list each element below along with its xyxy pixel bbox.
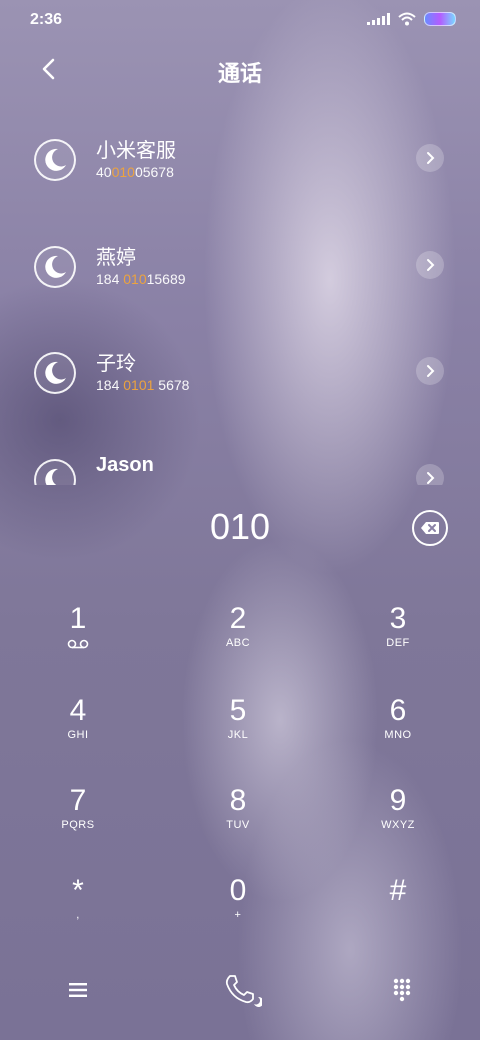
signal-icon [367,13,390,25]
status-icons [367,12,456,26]
moon-icon [45,148,66,171]
moon-icon [45,468,66,485]
contact-row[interactable]: 子玲 184 0101 5678 [0,323,480,423]
avatar [34,139,76,181]
contact-name: 小米客服 [96,138,176,162]
key-8[interactable]: 8 TUV [178,784,298,864]
menu-icon[interactable] [58,970,98,1010]
contact-name: 燕婷 [96,245,136,269]
status-time: 2:36 [30,11,63,28]
dialed-number[interactable]: 010 [0,506,480,548]
contact-number: 184 01015689 [96,271,186,287]
key-7[interactable]: 7 PQRS [18,784,138,864]
moon-icon [45,361,66,384]
contact-row[interactable]: 小米客服 4001005678 [0,110,480,210]
key-2[interactable]: 2 ABC [178,602,298,682]
page-title: 通话 [217,62,262,87]
voicemail-icon [67,639,89,649]
key-0[interactable]: 0 + [178,874,298,954]
moon-icon [45,255,66,278]
key-9[interactable]: 9 WXYZ [338,784,458,864]
key-6[interactable]: 6 MNO [338,694,458,774]
chevron-right-icon[interactable] [416,144,444,172]
wifi-icon [398,12,416,26]
contact-name: 子玲 [96,351,136,375]
avatar [34,352,76,394]
chevron-right-icon[interactable] [416,464,444,485]
key-1[interactable]: 1 [18,602,138,682]
contact-row[interactable]: Jason [0,430,480,485]
key-4[interactable]: 4 GHI [18,694,138,774]
contact-number: 4001005678 [96,164,174,180]
avatar [34,459,76,485]
status-bar: 2:36 [0,0,480,40]
battery-icon [424,12,456,26]
contact-name: Jason [96,454,154,476]
key-3[interactable]: 3 DEF [338,602,458,682]
chevron-right-icon[interactable] [416,357,444,385]
phone-icon[interactable] [222,970,262,1010]
bottom-bar [0,960,480,1020]
dialpad-icon[interactable] [382,970,422,1010]
chevron-right-icon[interactable] [416,251,444,279]
key-star[interactable]: *, [18,874,138,954]
backspace-icon[interactable] [412,510,448,546]
key-hash[interactable]: # [338,874,458,954]
contact-row[interactable]: 燕婷 184 01015689 [0,217,480,317]
dial-input-row: 010 [0,500,480,560]
header: 通话 [0,50,480,90]
contact-number: 184 0101 5678 [96,377,190,393]
avatar [34,246,76,288]
contact-suggestions-list: 小米客服 4001005678 燕婷 184 01015689 子玲 184 0… [0,110,480,485]
key-5[interactable]: 5 JKL [178,694,298,774]
